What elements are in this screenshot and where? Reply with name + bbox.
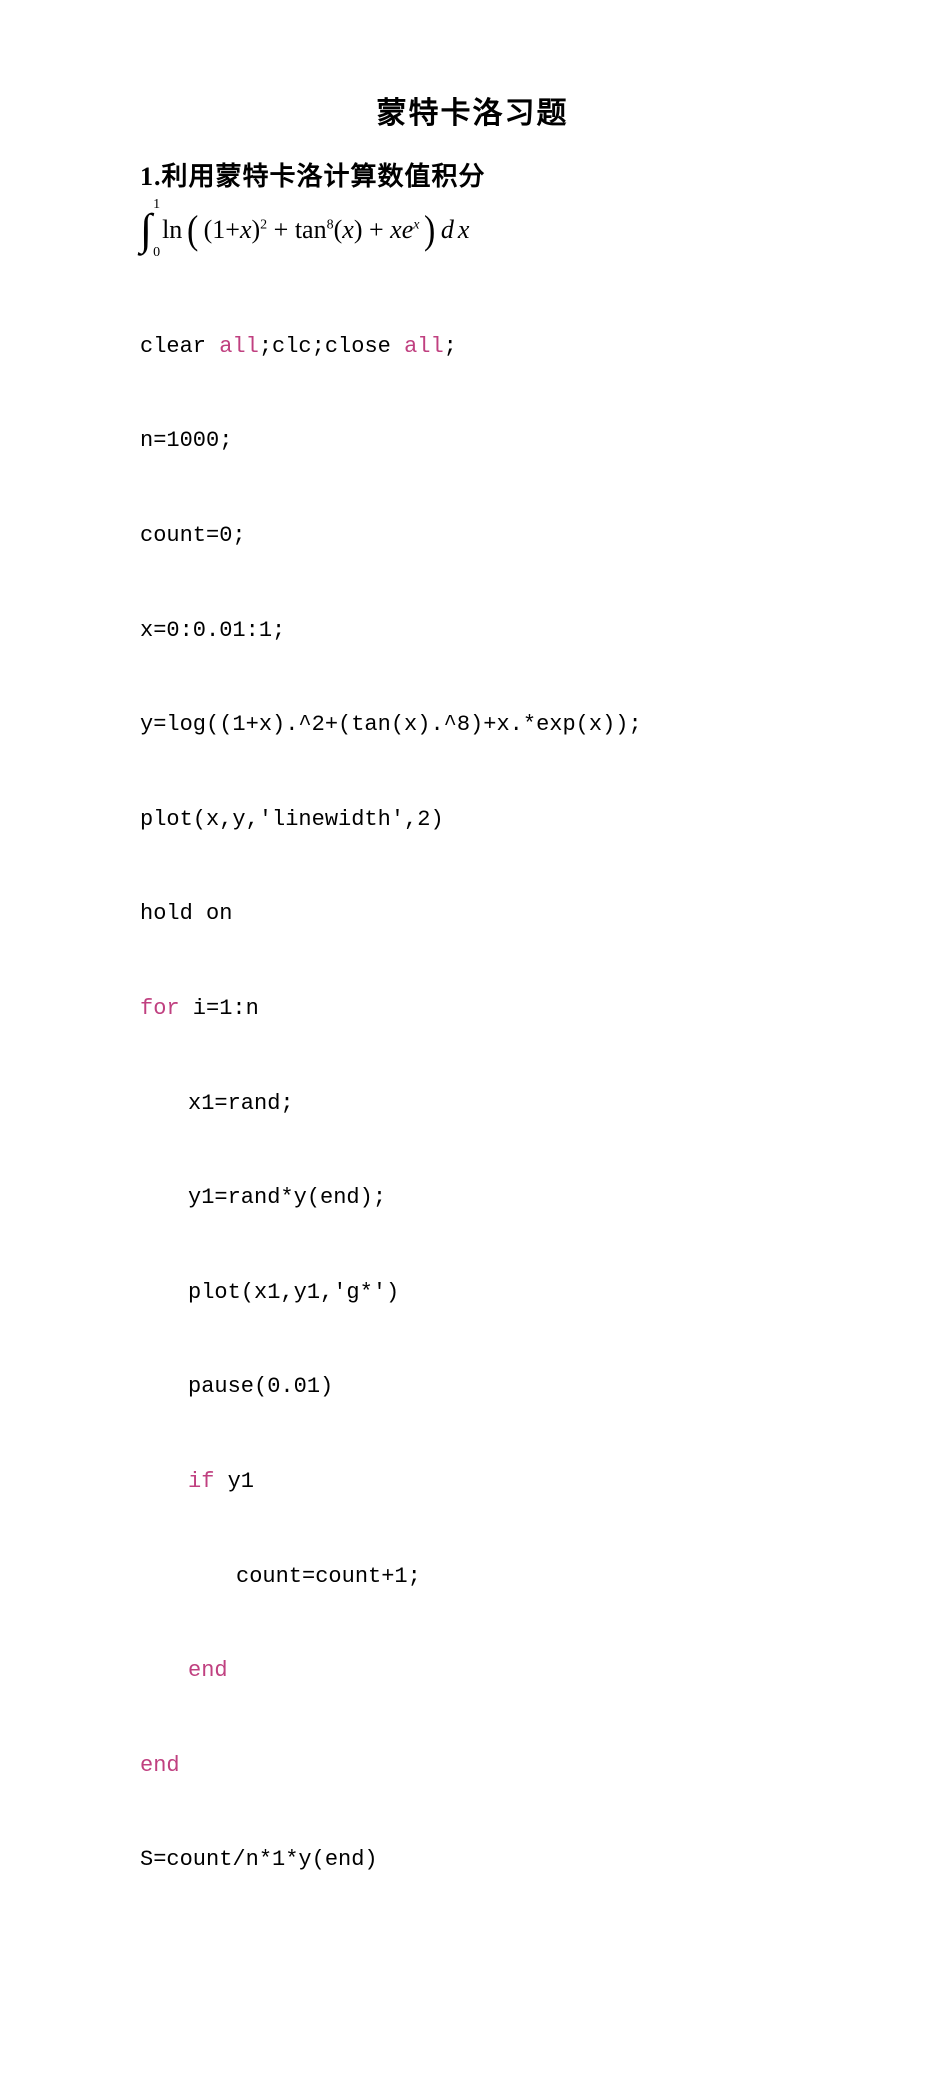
dx-d: d: [441, 209, 454, 251]
code-line: plot(x,y,'linewidth',2): [140, 796, 805, 843]
code-line: n=1000;: [140, 417, 805, 464]
code-keyword: all: [219, 334, 259, 359]
code-keyword: all: [404, 334, 444, 359]
code-text: ;: [444, 334, 457, 359]
code-line: end: [140, 1647, 805, 1694]
integral-sign: ∫ 1 0: [140, 208, 152, 252]
code-line: x1=rand;: [140, 1080, 805, 1127]
expr-text: (: [334, 215, 343, 244]
code-line: x=0:0.01:1;: [140, 607, 805, 654]
code-line: if y1: [140, 1458, 805, 1505]
code-line: clear all;clc;close all;: [140, 323, 805, 370]
code-text: clear: [140, 334, 219, 359]
code-line: hold on: [140, 890, 805, 937]
code-line: y1=rand*y(end);: [140, 1174, 805, 1221]
code-line: plot(x1,y1,'g*'): [140, 1269, 805, 1316]
expr-text: ): [252, 215, 261, 244]
integral-upper-limit: 1: [153, 198, 160, 212]
code-keyword: for: [140, 996, 180, 1021]
code-line: pause(0.01): [140, 1363, 805, 1410]
integral-lower-limit: 0: [153, 246, 160, 260]
ln-text: ln: [162, 209, 182, 251]
code-text: ;clc;close: [259, 334, 404, 359]
code-text: y1: [214, 1469, 254, 1494]
const-e: e: [402, 215, 414, 244]
page-title: 蒙特卡洛习题: [140, 90, 805, 138]
expr-text: +: [363, 215, 391, 244]
big-paren-right-icon: ): [424, 212, 435, 248]
var-x: x: [342, 215, 354, 244]
big-paren-left-icon: (: [187, 212, 198, 248]
code-line: y=log((1+x).^2+(tan(x).^8)+x.*exp(x));: [140, 701, 805, 748]
code-keyword: if: [188, 1469, 214, 1494]
document-page: 蒙特卡洛习题 1.利用蒙特卡洛计算数值积分 ∫ 1 0 ln ( (1+x)2 …: [0, 0, 945, 2078]
code-line: end: [140, 1742, 805, 1789]
code-line: count=count+1;: [140, 1553, 805, 1600]
code-line: S=count/n*1*y(end): [140, 1836, 805, 1883]
expr-text: (1+: [204, 215, 240, 244]
exponent: 8: [327, 217, 334, 232]
expr-text: ): [354, 215, 363, 244]
code-line: for i=1:n: [140, 985, 805, 1032]
var-x: x: [240, 215, 252, 244]
var-x: x: [390, 215, 402, 244]
code-text: i=1:n: [180, 996, 259, 1021]
section-heading: 1.利用蒙特卡洛计算数值积分: [140, 156, 805, 198]
integral-expression: ∫ 1 0 ln ( (1+x)2 + tan8(x) + xex ) dx: [140, 208, 805, 252]
dx-x: x: [458, 209, 470, 251]
code-line: count=0;: [140, 512, 805, 559]
expr-text: + tan: [267, 215, 326, 244]
exponent: x: [413, 217, 419, 232]
code-block: clear all;clc;close all; n=1000; count=0…: [140, 276, 805, 1979]
